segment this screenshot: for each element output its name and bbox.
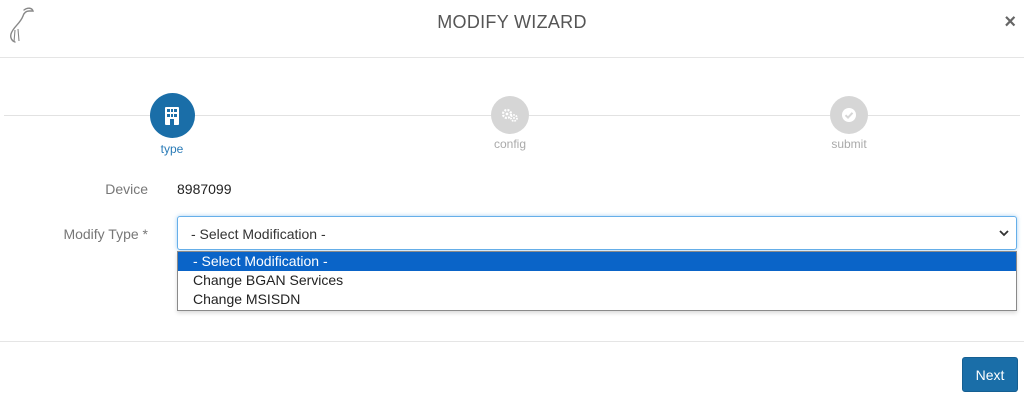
chevron-down-icon	[999, 230, 1009, 237]
modal-title: MODIFY WIZARD	[437, 12, 587, 32]
modify-type-select[interactable]: - Select Modification -	[177, 216, 1017, 250]
close-icon[interactable]: ×	[1004, 10, 1016, 34]
step-circle	[830, 96, 868, 134]
device-value: 8987099	[177, 181, 232, 197]
modify-type-label: Modify Type *	[63, 226, 148, 242]
option-change-msisdn[interactable]: Change MSISDN	[178, 290, 1016, 309]
modify-type-options: - Select Modification - Change BGAN Serv…	[177, 251, 1017, 311]
wizard-step-type[interactable]: type	[112, 93, 232, 156]
step-label: submit	[831, 137, 867, 151]
step-label: type	[160, 142, 184, 156]
modal-header: MODIFY WIZARD ×	[0, 0, 1024, 58]
option-change-bgan-services[interactable]: Change BGAN Services	[178, 271, 1016, 290]
step-circle	[149, 93, 195, 138]
check-circle-icon	[842, 108, 856, 122]
step-label: config	[493, 137, 527, 151]
select-value: - Select Modification -	[191, 226, 326, 242]
gears-icon	[501, 108, 518, 122]
device-label: Device	[105, 181, 148, 197]
wizard-step-submit[interactable]: submit	[789, 93, 909, 151]
wizard-step-config[interactable]: config	[450, 93, 570, 151]
building-icon	[165, 106, 179, 125]
step-circle	[491, 96, 529, 134]
next-button[interactable]: Next	[962, 357, 1018, 392]
option-select-modification[interactable]: - Select Modification -	[178, 252, 1016, 271]
footer-divider	[0, 341, 1024, 342]
